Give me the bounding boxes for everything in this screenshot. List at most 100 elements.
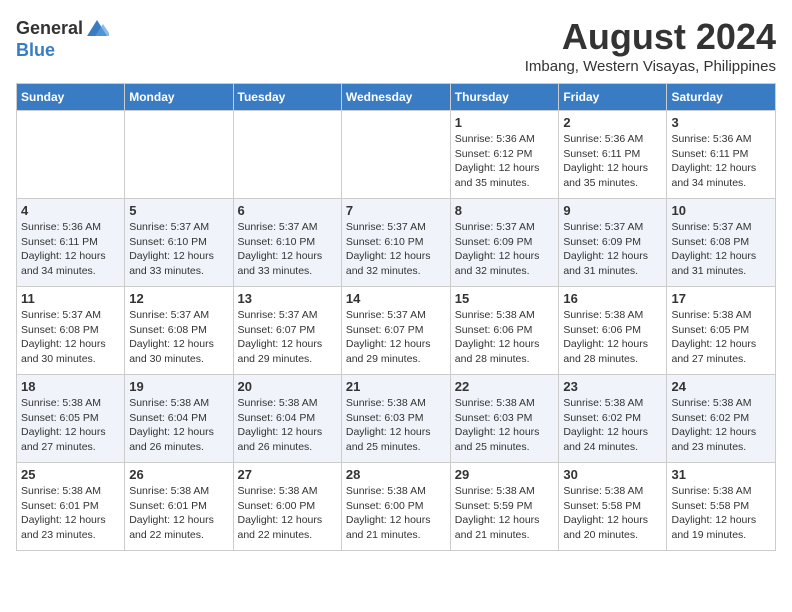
calendar-cell: 28 Sunrise: 5:38 AM Sunset: 6:00 PM Dayli…	[341, 463, 450, 551]
calendar-cell: 20Sunrise: 5:38 AM Sunset: 6:04 PM Dayli…	[233, 375, 341, 463]
header-friday: Friday	[559, 84, 667, 111]
day-info: Sunrise: 5:38 AM Sunset: 6:01 PM Dayligh…	[129, 484, 228, 543]
calendar-cell: 22 Sunrise: 5:38 AM Sunset: 6:03 PM Dayli…	[450, 375, 559, 463]
day-number: 6	[238, 203, 337, 218]
calendar-cell: 14 Sunrise: 5:37 AM Sunset: 6:07 PM Dayli…	[341, 287, 450, 375]
day-info: Sunrise: 5:38 AM Sunset: 6:06 PM Dayligh…	[455, 308, 555, 367]
logo-blue-text: Blue	[16, 40, 55, 61]
day-number: 5	[129, 203, 228, 218]
calendar-cell: 24Sunrise: 5:38 AM Sunset: 6:02 PM Dayli…	[667, 375, 776, 463]
calendar-cell: 6 Sunrise: 5:37 AM Sunset: 6:10 PM Daylig…	[233, 199, 341, 287]
calendar-cell: 7 Sunrise: 5:37 AM Sunset: 6:10 PM Daylig…	[341, 199, 450, 287]
calendar-cell: 29Sunrise: 5:38 AM Sunset: 5:59 PM Dayli…	[450, 463, 559, 551]
calendar-cell: 11 Sunrise: 5:37 AM Sunset: 6:08 PM Dayli…	[17, 287, 125, 375]
calendar-cell: 23 Sunrise: 5:38 AM Sunset: 6:02 PM Dayli…	[559, 375, 667, 463]
week-row-4: 25 Sunrise: 5:38 AM Sunset: 6:01 PM Dayli…	[17, 463, 776, 551]
day-number: 15	[455, 291, 555, 306]
day-number: 17	[671, 291, 771, 306]
location: Imbang, Western Visayas, Philippines	[525, 58, 776, 75]
calendar-body: 1 Sunrise: 5:36 AM Sunset: 6:12 PM Daylig…	[17, 111, 776, 551]
header-saturday: Saturday	[667, 84, 776, 111]
day-number: 23	[563, 379, 662, 394]
header-sunday: Sunday	[17, 84, 125, 111]
title-area: August 2024 Imbang, Western Visayas, Phi…	[525, 16, 776, 75]
day-number: 30	[563, 467, 662, 482]
day-number: 18	[21, 379, 120, 394]
calendar-table: SundayMondayTuesdayWednesdayThursdayFrid…	[16, 83, 776, 551]
day-info: Sunrise: 5:38 AM Sunset: 6:02 PM Dayligh…	[671, 396, 771, 455]
day-info: Sunrise: 5:38 AM Sunset: 5:58 PM Dayligh…	[563, 484, 662, 543]
calendar-cell	[341, 111, 450, 199]
calendar-cell: 15 Sunrise: 5:38 AM Sunset: 6:06 PM Dayli…	[450, 287, 559, 375]
day-info: Sunrise: 5:38 AM Sunset: 6:02 PM Dayligh…	[563, 396, 662, 455]
calendar-cell	[125, 111, 233, 199]
calendar-cell: 17 Sunrise: 5:38 AM Sunset: 6:05 PM Dayli…	[667, 287, 776, 375]
day-number: 31	[671, 467, 771, 482]
day-info: Sunrise: 5:38 AM Sunset: 6:05 PM Dayligh…	[671, 308, 771, 367]
calendar-cell: 25Sunrise: 5:38 AM Sunset: 6:01 PM Dayli…	[17, 463, 125, 551]
day-info: Sunrise: 5:37 AM Sunset: 6:08 PM Dayligh…	[129, 308, 228, 367]
header: General Blue August 2024 Imbang, Western…	[16, 16, 776, 75]
week-row-3: 18Sunrise: 5:38 AM Sunset: 6:05 PM Dayli…	[17, 375, 776, 463]
day-info: Sunrise: 5:38 AM Sunset: 6:03 PM Dayligh…	[455, 396, 555, 455]
calendar-cell	[17, 111, 125, 199]
day-number: 28	[346, 467, 446, 482]
day-info: Sunrise: 5:37 AM Sunset: 6:10 PM Dayligh…	[129, 220, 228, 279]
calendar-cell: 9 Sunrise: 5:37 AM Sunset: 6:09 PM Daylig…	[559, 199, 667, 287]
day-info: Sunrise: 5:37 AM Sunset: 6:09 PM Dayligh…	[455, 220, 555, 279]
day-info: Sunrise: 5:36 AM Sunset: 6:12 PM Dayligh…	[455, 132, 555, 191]
calendar-cell: 18Sunrise: 5:38 AM Sunset: 6:05 PM Dayli…	[17, 375, 125, 463]
day-info: Sunrise: 5:37 AM Sunset: 6:10 PM Dayligh…	[346, 220, 446, 279]
day-info: Sunrise: 5:36 AM Sunset: 6:11 PM Dayligh…	[563, 132, 662, 191]
calendar-cell: 19Sunrise: 5:38 AM Sunset: 6:04 PM Dayli…	[125, 375, 233, 463]
day-number: 9	[563, 203, 662, 218]
day-info: Sunrise: 5:38 AM Sunset: 6:00 PM Dayligh…	[346, 484, 446, 543]
logo-general-text: General	[16, 18, 83, 39]
header-thursday: Thursday	[450, 84, 559, 111]
calendar-cell: 5 Sunrise: 5:37 AM Sunset: 6:10 PM Daylig…	[125, 199, 233, 287]
day-number: 7	[346, 203, 446, 218]
header-tuesday: Tuesday	[233, 84, 341, 111]
day-number: 14	[346, 291, 446, 306]
day-info: Sunrise: 5:37 AM Sunset: 6:09 PM Dayligh…	[563, 220, 662, 279]
day-info: Sunrise: 5:38 AM Sunset: 6:03 PM Dayligh…	[346, 396, 446, 455]
day-number: 29	[455, 467, 555, 482]
day-number: 25	[21, 467, 120, 482]
calendar-header: SundayMondayTuesdayWednesdayThursdayFrid…	[17, 84, 776, 111]
calendar-cell: 4Sunrise: 5:36 AM Sunset: 6:11 PM Daylig…	[17, 199, 125, 287]
calendar-cell: 31 Sunrise: 5:38 AM Sunset: 5:58 PM Dayli…	[667, 463, 776, 551]
calendar-cell: 30 Sunrise: 5:38 AM Sunset: 5:58 PM Dayli…	[559, 463, 667, 551]
day-info: Sunrise: 5:37 AM Sunset: 6:07 PM Dayligh…	[238, 308, 337, 367]
month-title: August 2024	[525, 16, 776, 58]
day-number: 12	[129, 291, 228, 306]
day-info: Sunrise: 5:36 AM Sunset: 6:11 PM Dayligh…	[671, 132, 771, 191]
day-info: Sunrise: 5:37 AM Sunset: 6:10 PM Dayligh…	[238, 220, 337, 279]
calendar-cell: 3Sunrise: 5:36 AM Sunset: 6:11 PM Daylig…	[667, 111, 776, 199]
header-monday: Monday	[125, 84, 233, 111]
calendar-cell: 10Sunrise: 5:37 AM Sunset: 6:08 PM Dayli…	[667, 199, 776, 287]
day-number: 11	[21, 291, 120, 306]
logo: General Blue	[16, 16, 109, 61]
day-number: 27	[238, 467, 337, 482]
calendar-cell: 26Sunrise: 5:38 AM Sunset: 6:01 PM Dayli…	[125, 463, 233, 551]
day-info: Sunrise: 5:38 AM Sunset: 6:04 PM Dayligh…	[238, 396, 337, 455]
header-row: SundayMondayTuesdayWednesdayThursdayFrid…	[17, 84, 776, 111]
day-info: Sunrise: 5:38 AM Sunset: 6:04 PM Dayligh…	[129, 396, 228, 455]
calendar-cell: 16Sunrise: 5:38 AM Sunset: 6:06 PM Dayli…	[559, 287, 667, 375]
day-info: Sunrise: 5:37 AM Sunset: 6:08 PM Dayligh…	[671, 220, 771, 279]
calendar-cell: 2 Sunrise: 5:36 AM Sunset: 6:11 PM Daylig…	[559, 111, 667, 199]
day-number: 2	[563, 115, 662, 130]
calendar-cell: 21Sunrise: 5:38 AM Sunset: 6:03 PM Dayli…	[341, 375, 450, 463]
day-info: Sunrise: 5:37 AM Sunset: 6:08 PM Dayligh…	[21, 308, 120, 367]
day-info: Sunrise: 5:36 AM Sunset: 6:11 PM Dayligh…	[21, 220, 120, 279]
calendar-cell: 8Sunrise: 5:37 AM Sunset: 6:09 PM Daylig…	[450, 199, 559, 287]
week-row-2: 11 Sunrise: 5:37 AM Sunset: 6:08 PM Dayli…	[17, 287, 776, 375]
day-number: 22	[455, 379, 555, 394]
calendar-cell: 12 Sunrise: 5:37 AM Sunset: 6:08 PM Dayli…	[125, 287, 233, 375]
calendar-cell: 27Sunrise: 5:38 AM Sunset: 6:00 PM Dayli…	[233, 463, 341, 551]
day-number: 1	[455, 115, 555, 130]
day-info: Sunrise: 5:38 AM Sunset: 5:58 PM Dayligh…	[671, 484, 771, 543]
week-row-0: 1 Sunrise: 5:36 AM Sunset: 6:12 PM Daylig…	[17, 111, 776, 199]
day-number: 16	[563, 291, 662, 306]
day-info: Sunrise: 5:37 AM Sunset: 6:07 PM Dayligh…	[346, 308, 446, 367]
